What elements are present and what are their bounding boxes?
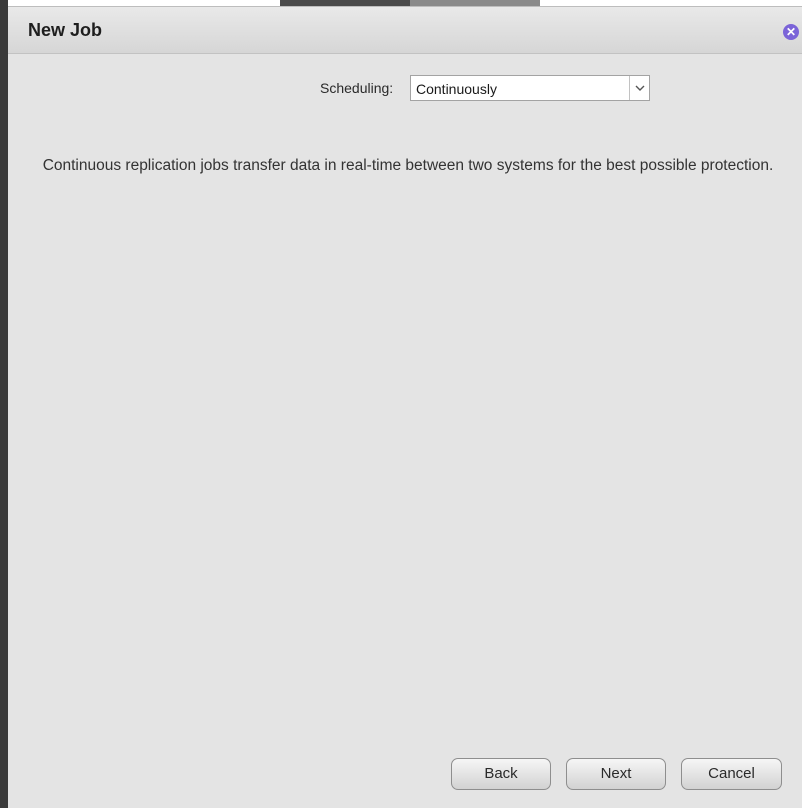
scheduling-label: Scheduling: (320, 80, 394, 96)
scheduling-value: Continuously (416, 81, 497, 97)
back-button[interactable]: Back (451, 758, 551, 790)
job-description: Continuous replication jobs transfer dat… (42, 157, 774, 174)
close-icon[interactable]: ✕ (783, 24, 799, 40)
dialog-title: New Job (28, 20, 103, 40)
new-job-dialog: New Job ✕ Scheduling: Continuously Conti… (8, 6, 802, 808)
dialog-titlebar: New Job ✕ (8, 7, 802, 54)
next-button[interactable]: Next (566, 758, 666, 790)
background-edge (0, 0, 8, 808)
chevron-down-icon[interactable] (629, 76, 649, 100)
scheduling-select[interactable]: Continuously (410, 75, 650, 101)
cancel-button[interactable]: Cancel (681, 758, 782, 790)
